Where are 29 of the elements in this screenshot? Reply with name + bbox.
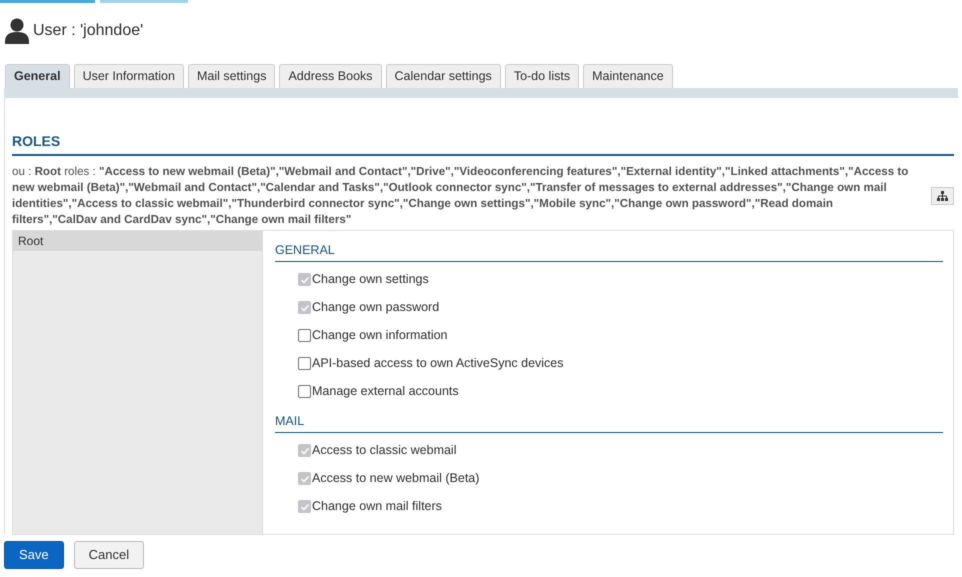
hierarchy-button[interactable] [931, 187, 954, 205]
user-icon [5, 18, 29, 44]
checkbox-label: Access to new webmail (Beta) [312, 470, 480, 488]
checkbox[interactable] [298, 329, 311, 342]
group-title: MAIL [275, 412, 943, 432]
checkbox-label: Change own mail filters [312, 498, 442, 516]
page-title: User : 'johndoe' [33, 21, 144, 41]
checkbox-label: Access to classic webmail [312, 442, 456, 460]
section-title: ROLES [12, 131, 954, 156]
checkbox[interactable] [298, 357, 311, 370]
save-button[interactable]: Save [4, 541, 64, 569]
checkbox-label: Change own information [312, 327, 448, 344]
roles-text: ou : Root roles : "Access to new webmail (Beta)","Webmail and Contact","Drive","Videoconferencing features","External identity","Linked attachments","Access to new webmail (Beta)","Webmail and Contact","Calendar and Tasks","Outlook connector sync","Transfer of messages to external addresses","Change own mail identities","Access to classic webmail","Thunderbird connector sync","Change own settings","Mobile sync","Change own password","Read domain filters","CalDav and CardDav sync","Change own mail filters" [12, 164, 910, 228]
checkbox-label: API-based access to own ActiveSync devices [312, 355, 564, 372]
tab[interactable]: User Information [74, 64, 184, 88]
ou-item[interactable]: Root [13, 231, 262, 251]
hierarchy-icon [937, 191, 948, 201]
tab[interactable]: Maintenance [583, 64, 673, 88]
group-title: GENERAL [275, 241, 943, 262]
cancel-button[interactable]: Cancel [74, 541, 144, 569]
checkbox-label: Change own password [312, 299, 440, 316]
checkbox[interactable] [298, 385, 311, 398]
tab[interactable]: To-do lists [504, 64, 580, 88]
checkbox-label: Change own settings [312, 271, 429, 288]
checkbox-label: Manage external accounts [312, 383, 459, 400]
tab[interactable]: Address Books [279, 64, 382, 88]
tab[interactable]: General [5, 64, 70, 88]
tab[interactable]: Calendar settings [386, 64, 501, 88]
tab[interactable]: Mail settings [188, 64, 276, 88]
